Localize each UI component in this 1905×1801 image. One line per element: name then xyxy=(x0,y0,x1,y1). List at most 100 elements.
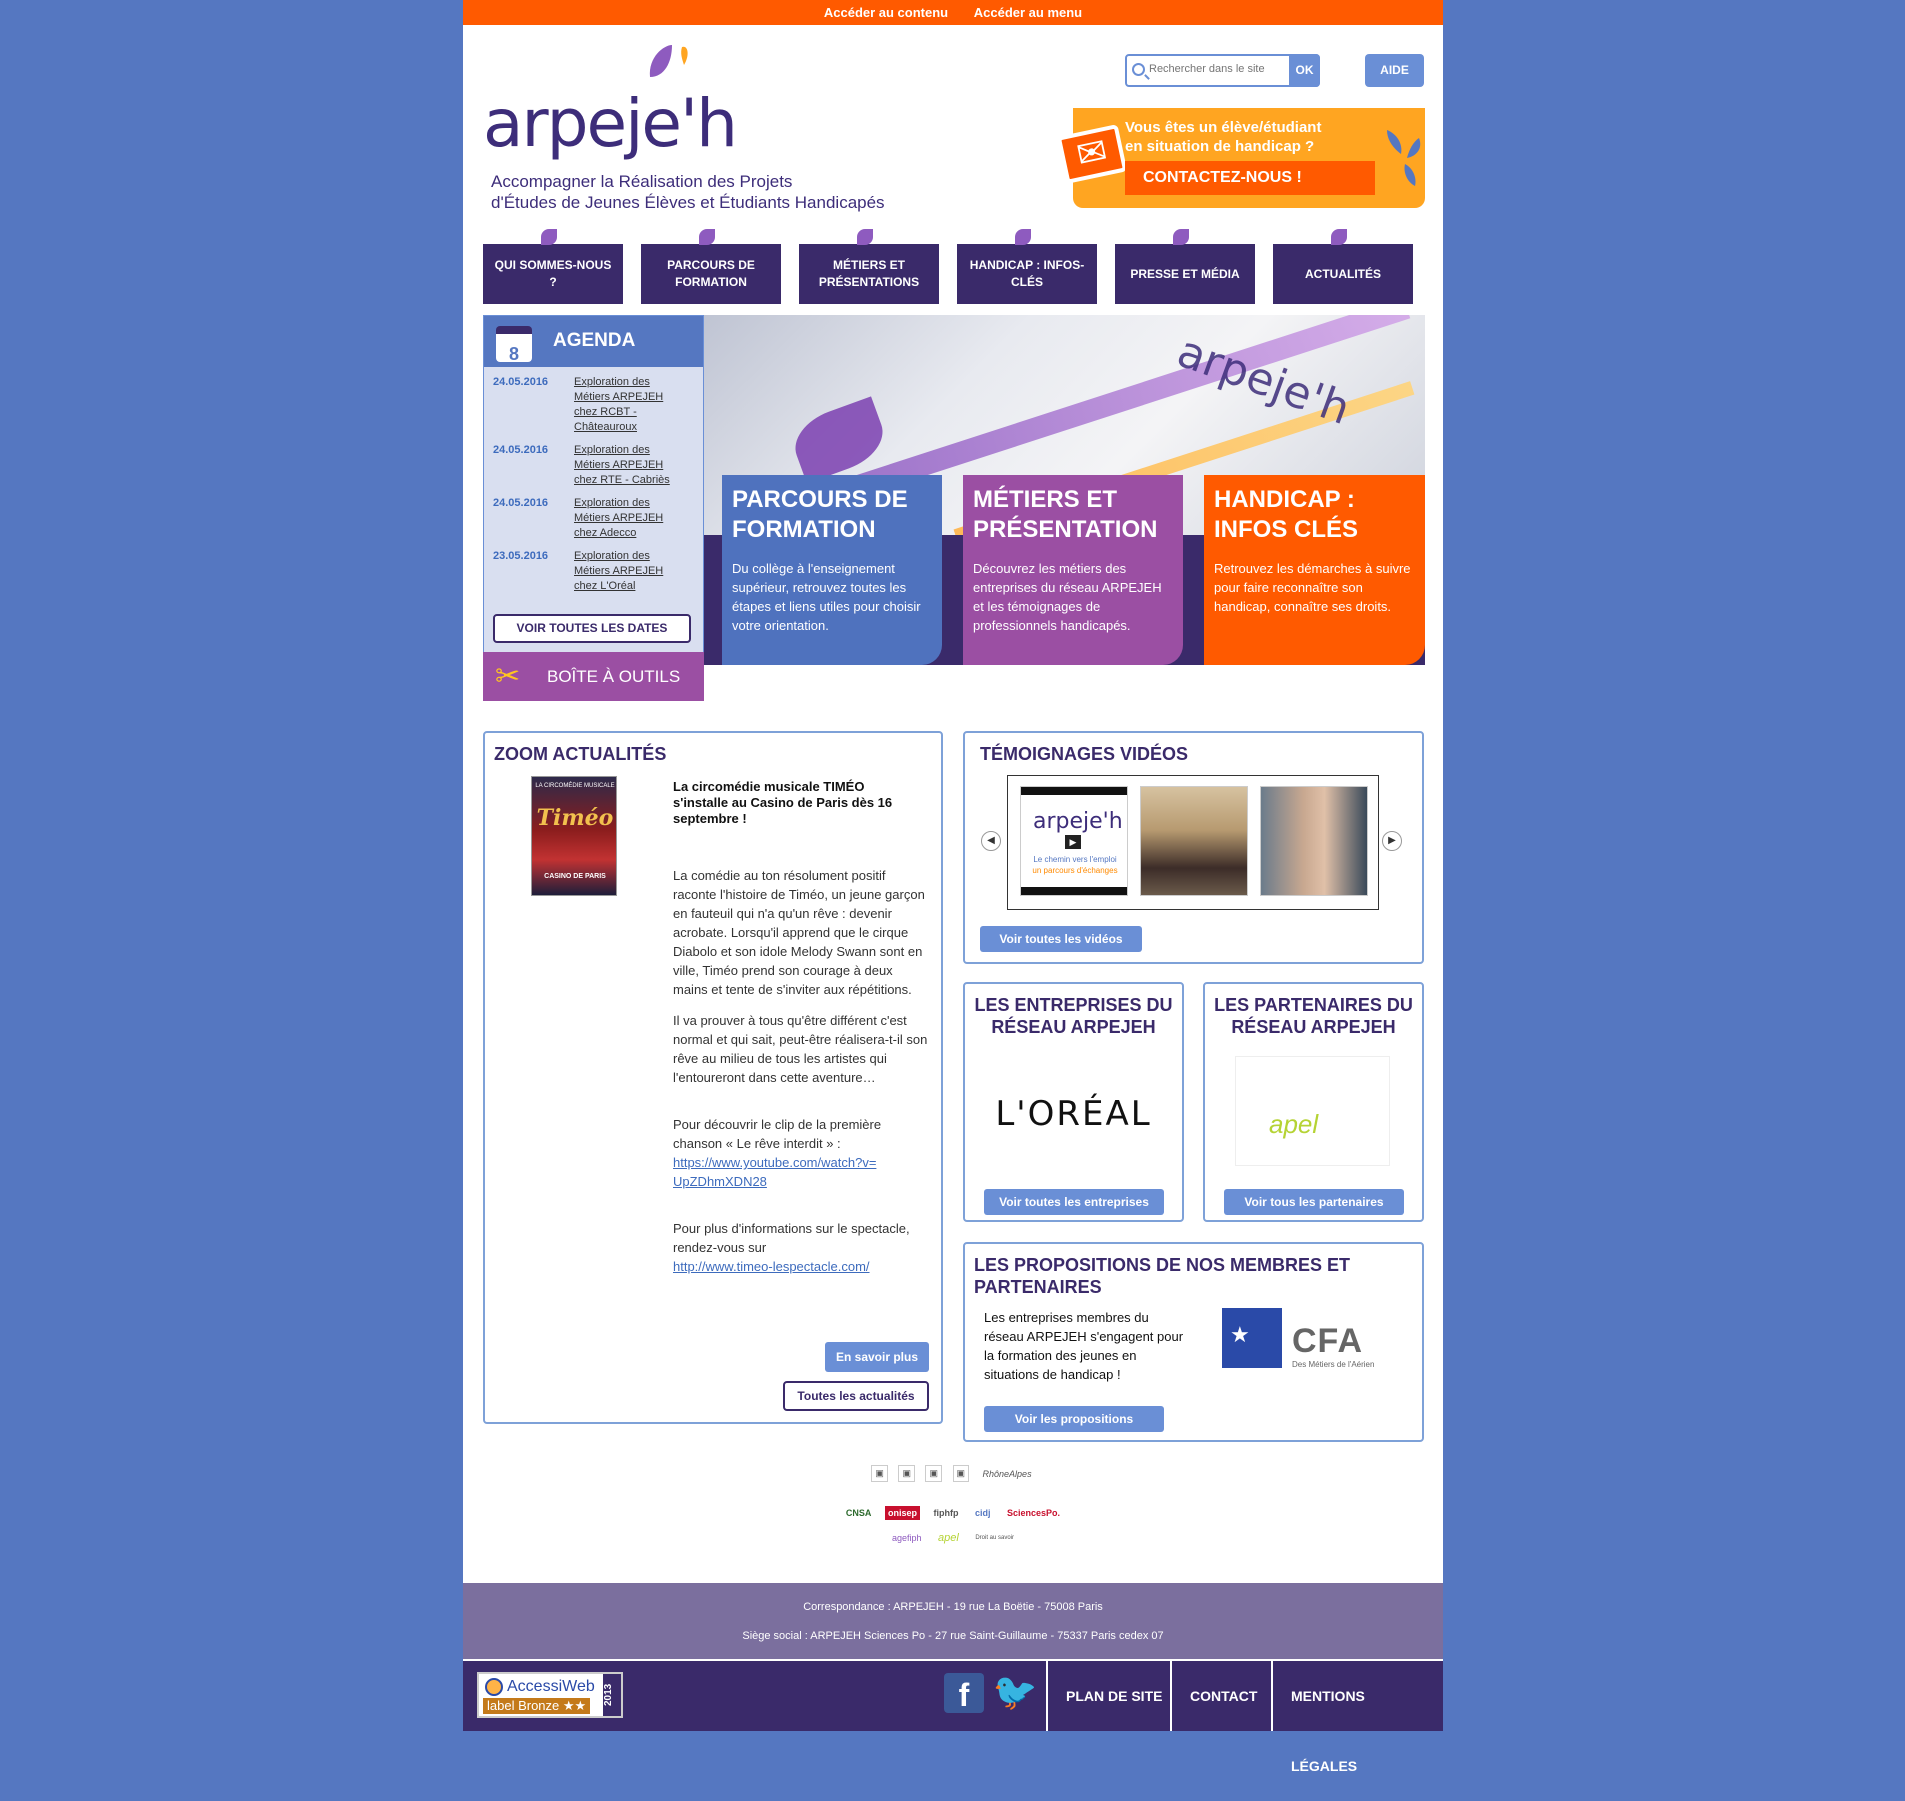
search-input[interactable] xyxy=(1149,63,1289,75)
read-more-button[interactable]: En savoir plus xyxy=(825,1342,929,1372)
video-thumb-caption: Le chemin vers l'emploi xyxy=(1033,855,1117,864)
zoom-paragraph: Il va prouver à tous qu'être différent c… xyxy=(673,1013,928,1085)
video-carousel: arpeje'h ▶ Le chemin vers l'emploi un pa… xyxy=(1007,775,1379,910)
headquarters-address: Siège social : ARPEJEH Sciences Po - 27 … xyxy=(742,1630,1164,1642)
skip-to-content-link[interactable]: Accéder au contenu xyxy=(824,5,948,20)
proposals-title: LES PROPOSITIONS DE NOS MEMBRES ET PARTE… xyxy=(974,1255,1351,1297)
skip-to-menu-link[interactable]: Accéder au menu xyxy=(974,5,1082,20)
timeo-poster[interactable]: LA CIRCOMÉDIE MUSICALE Timéo CASINO DE P… xyxy=(531,776,617,896)
agenda-link[interactable]: Exploration des Métiers ARPEJEH chez Ade… xyxy=(574,496,684,541)
help-button[interactable]: AIDE xyxy=(1365,54,1424,87)
accessiweb-year: 2013 xyxy=(603,1674,621,1716)
toolbox-link[interactable]: ✂ BOÎTE À OUTILS xyxy=(483,652,704,701)
all-news-button[interactable]: Toutes les actualités xyxy=(783,1381,929,1411)
apel-logo[interactable]: apel xyxy=(1235,1056,1390,1166)
carousel-prev-icon[interactable]: ◀ xyxy=(981,831,1001,851)
apel-small-logo[interactable]: apel xyxy=(935,1530,962,1546)
calendar-icon: 8 xyxy=(496,326,532,364)
all-videos-button[interactable]: Voir toutes les vidéos xyxy=(980,926,1142,952)
zoom-title: ZOOM ACTUALITÉS xyxy=(494,744,667,764)
droit-au-savoir-logo[interactable]: Droit au savoir xyxy=(972,1533,1017,1543)
video-thumb[interactable]: arpeje'h ▶ Le chemin vers l'emploi un pa… xyxy=(1020,786,1128,896)
poster-venue: CASINO DE PARIS xyxy=(544,873,606,880)
twitter-icon[interactable]: 🐦 xyxy=(990,1671,1040,1713)
nav-qui-sommes-nous[interactable]: QUI SOMMES-NOUS ? xyxy=(483,229,623,304)
contact-question: Vous êtes un élève/étudiant en situation… xyxy=(1125,118,1321,156)
carousel-next-icon[interactable]: ▶ xyxy=(1382,831,1402,851)
all-partners-button[interactable]: Voir tous les partenaires xyxy=(1224,1189,1404,1215)
footer-link-contact[interactable]: CONTACT xyxy=(1170,1661,1275,1731)
ministry-logo[interactable]: ▣ xyxy=(898,1465,915,1482)
ministry-logo[interactable]: ▣ xyxy=(925,1465,942,1482)
contact-us-button[interactable]: CONTACTEZ-NOUS ! xyxy=(1125,161,1375,195)
fiphfp-logo[interactable]: fiphfp xyxy=(930,1506,961,1520)
footer-addresses: Correspondance : ARPEJEH - 19 rue La Boë… xyxy=(463,1583,1443,1659)
accessiweb-icon xyxy=(485,1678,503,1696)
agefiph-logo[interactable]: agefiph xyxy=(889,1531,925,1545)
accessiweb-label: label Bronze ★★ xyxy=(483,1698,591,1714)
nav-presse-et-media[interactable]: PRESSE ET MÉDIA xyxy=(1115,229,1255,304)
loreal-logo[interactable]: L'ORÉAL xyxy=(965,1094,1182,1134)
zoom-paragraph: Pour plus d'informations sur le spectacl… xyxy=(673,1221,910,1255)
apel-logo-text: apel xyxy=(1269,1109,1319,1139)
footer-link-legal[interactable]: MENTIONS LÉGALES xyxy=(1271,1661,1443,1774)
hero-card-title: MÉTIERS ET PRÉSENTATION xyxy=(973,486,1158,543)
cidj-logo[interactable]: cidj xyxy=(972,1506,994,1520)
partner-logos-row-1: ▣ ▣ ▣ ▣ RhôneAlpes xyxy=(463,1465,1443,1482)
envelope-icon xyxy=(1056,124,1128,184)
contact-banner[interactable]: Vous êtes un élève/étudiant en situation… xyxy=(1056,108,1425,208)
nav-handicap-infos-cles[interactable]: HANDICAP : INFOS-CLÉS xyxy=(957,229,1097,304)
hero-card-handicap[interactable]: HANDICAP : INFOS CLÉS Retrouvez les déma… xyxy=(1204,475,1425,665)
agenda-link[interactable]: Exploration des Métiers ARPEJEH chez RCB… xyxy=(574,375,684,435)
cfa-logo[interactable]: CFA Des Métiers de l'Aérien xyxy=(1222,1308,1392,1374)
timeo-site-link[interactable]: http://www.timeo-lespectacle.com/ xyxy=(673,1259,870,1274)
video-thumb-caption: un parcours d'échanges xyxy=(1032,866,1118,875)
cfa-flag-icon xyxy=(1222,1308,1282,1368)
hero-card-parcours[interactable]: PARCOURS DE FORMATION Du collège à l'ens… xyxy=(722,475,942,665)
all-dates-button[interactable]: VOIR TOUTES LES DATES xyxy=(493,614,691,643)
contact-question-line-2: en situation de handicap ? xyxy=(1125,138,1315,155)
all-companies-button[interactable]: Voir toutes les entreprises xyxy=(984,1189,1164,1215)
partner-logos-row-3: agefiph apel Droit au savoir xyxy=(463,1530,1443,1546)
logo-tagline: Accompagner la Réalisation des Projets d… xyxy=(491,171,885,213)
agenda-panel: 8 AGENDA 24.05.2016 Exploration des Méti… xyxy=(483,315,704,655)
sciencespo-logo[interactable]: SciencesPo. xyxy=(1004,1506,1063,1520)
partners-box: LES PARTENAIRES DU RÉSEAU ARPEJEH apel V… xyxy=(1203,982,1424,1222)
hero-card-title: PARCOURS DE FORMATION xyxy=(732,486,908,543)
search-ok-button[interactable]: OK xyxy=(1289,54,1320,87)
nav-metiers-et-presentations[interactable]: MÉTIERS ET PRÉSENTATIONS xyxy=(799,229,939,304)
cnsa-logo[interactable]: CNSA xyxy=(843,1506,875,1520)
ministry-logo[interactable]: ▣ xyxy=(871,1465,888,1482)
nav-actualites[interactable]: ACTUALITÉS xyxy=(1273,229,1413,304)
companies-title: LES ENTREPRISES DU RÉSEAU ARPEJEH xyxy=(974,995,1173,1037)
agenda-title: AGENDA xyxy=(553,330,636,351)
video-thumb[interactable] xyxy=(1140,786,1248,896)
agenda-link[interactable]: Exploration des Métiers ARPEJEH chez L'O… xyxy=(574,549,684,594)
onisep-logo[interactable]: onisep xyxy=(884,1506,920,1520)
agenda-date: 24.05.2016 xyxy=(493,497,549,509)
agenda-date: 23.05.2016 xyxy=(493,550,549,562)
zoom-headline: La circomédie musicale TIMÉO s'installe … xyxy=(673,779,893,826)
hero-card-text: Découvrez les métiers des entreprises du… xyxy=(973,561,1162,633)
search-icon xyxy=(1132,63,1145,76)
nav-parcours-de-formation[interactable]: PARCOURS DE FORMATION xyxy=(641,229,781,304)
footer-link-sitemap[interactable]: PLAN DE SITE xyxy=(1046,1661,1180,1731)
zoom-paragraph: Pour découvrir le clip de la première ch… xyxy=(673,1117,882,1151)
tools-icon: ✂ xyxy=(495,660,521,693)
video-thumb-logo: arpeje'h xyxy=(1033,809,1123,834)
hero-card-metiers[interactable]: MÉTIERS ET PRÉSENTATION Découvrez les mé… xyxy=(963,475,1183,665)
video-thumb[interactable] xyxy=(1260,786,1368,896)
all-proposals-button[interactable]: Voir les propositions xyxy=(984,1406,1164,1432)
ministry-logo[interactable]: ▣ xyxy=(952,1465,970,1482)
rhone-alpes-logo[interactable]: RhôneAlpes xyxy=(980,1467,1035,1481)
hero-banner: arpeje'h PARCOURS DE FORMATION Du collèg… xyxy=(704,315,1425,665)
accessiweb-badge[interactable]: AccessiWeb label Bronze ★★ 2013 xyxy=(477,1672,623,1718)
facebook-icon[interactable]: f xyxy=(944,1673,984,1713)
youtube-link[interactable]: https://www.youtube.com/watch?v=UpZDhmXD… xyxy=(673,1155,876,1189)
petals-icon xyxy=(1387,130,1421,186)
agenda-date: 24.05.2016 xyxy=(493,444,549,456)
proposals-box: LES PROPOSITIONS DE NOS MEMBRES ET PARTE… xyxy=(963,1242,1424,1442)
agenda-link[interactable]: Exploration des Métiers ARPEJEH chez RTE… xyxy=(574,443,684,488)
poster-title: Timéo xyxy=(536,805,614,831)
site-logo[interactable]: arpeje'h Accompagner la Réalisation des … xyxy=(483,43,923,213)
